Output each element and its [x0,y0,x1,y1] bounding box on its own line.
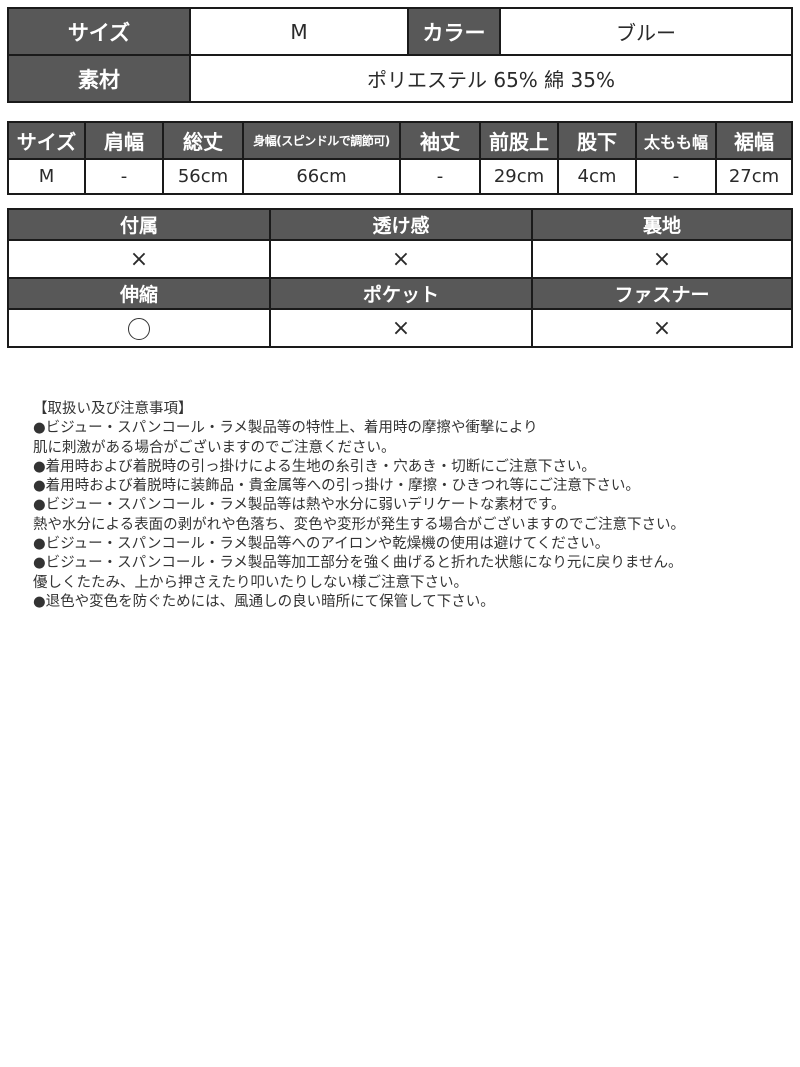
measure-row: M - 56cm 66cm - 29cm 4cm - 27cm [7,158,793,195]
header-pocket: ポケット [269,277,533,310]
feature-value-row-1: × × × [7,239,793,279]
value-zipper: × [531,308,793,348]
value-thigh: - [635,158,717,195]
header-hem: 裾幅 [715,121,793,160]
value-front-rise: 29cm [479,158,559,195]
value-width: 66cm [242,158,401,195]
header-shoulder: 肩幅 [84,121,164,160]
header-stretch: 伸縮 [7,277,271,310]
header-sleeve: 袖丈 [399,121,481,160]
value-inseam: 4cm [557,158,637,195]
value-pocket: × [269,308,533,348]
care-note-line: ●ビジュー・スパンコール・ラメ製品等は熱や水分に弱いデリケートな素材です。 [33,497,566,514]
care-note-line: ●ビジュー・スパンコール・ラメ製品等の特性上、着用時の摩擦や衝撃により [33,420,538,437]
color-value: ブルー [499,7,793,56]
care-note-line: 優しくたたみ、上から押さえたり叩いたりしない様ご注意下さい。 [33,574,468,591]
care-note-line: 熱や水分による表面の剥がれや色落ち、変色や変形が発生する場合がございますのでご注… [33,516,686,533]
header-width: 身幅(スピンドルで調節可) [242,121,401,160]
material-label: 素材 [7,54,191,103]
header-length: 総丈 [162,121,244,160]
care-note-line: ●着用時および着脱時の引っ掛けによる生地の糸引き・穴あき・切断にご注意下さい。 [33,458,596,475]
circle-yes-icon [128,317,150,340]
header-thigh: 太もも幅 [635,121,717,160]
value-size: M [7,158,86,195]
material-value: ポリエステル 65% 綿 35% [189,54,793,103]
header-accessories: 付属 [7,208,271,241]
feature-table: 付属 透け感 裏地 × × × 伸縮 ポケット ファスナー × × [7,208,793,348]
care-notes-title: 【取扱い及び注意事項】 [33,401,193,417]
care-note-line: ●ビジュー・スパンコール・ラメ製品等へのアイロンや乾燥機の使用は避けてください。 [33,536,610,553]
header-zipper: ファスナー [531,277,793,310]
value-sheerness: × [269,239,533,279]
spec-row-material: 素材 ポリエステル 65% 綿 35% [7,54,793,103]
feature-header-row-1: 付属 透け感 裏地 [7,208,793,241]
size-label: サイズ [7,7,191,56]
color-label: カラー [407,7,501,56]
care-notes: 【取扱い及び注意事項】 ●ビジュー・スパンコール・ラメ製品等の特性上、着用時の摩… [33,400,793,612]
value-hem: 27cm [715,158,793,195]
care-note-line: ●退色や変色を防ぐためには、風通しの良い暗所にて保管して下さい。 [33,593,495,610]
header-sheerness: 透け感 [269,208,533,241]
value-length: 56cm [162,158,244,195]
header-inseam: 股下 [557,121,637,160]
header-lining: 裏地 [531,208,793,241]
value-lining: × [531,239,793,279]
size-value: M [189,7,409,56]
care-note-line: ●着用時および着脱時に装飾品・貴金属等への引っ掛け・摩擦・ひきつれ等にご注意下さ… [33,478,640,495]
value-sleeve: - [399,158,481,195]
spec-table: サイズ M カラー ブルー 素材 ポリエステル 65% 綿 35% [7,7,793,103]
care-note-line: ●ビジュー・スパンコール・ラメ製品等加工部分を強く曲げると折れた状態になり元に戻… [33,555,683,572]
value-stretch [7,308,271,348]
value-accessories: × [7,239,271,279]
feature-header-row-2: 伸縮 ポケット ファスナー [7,277,793,310]
measure-table: サイズ 肩幅 総丈 身幅(スピンドルで調節可) 袖丈 前股上 股下 太もも幅 裾… [7,121,793,195]
header-front-rise: 前股上 [479,121,559,160]
measure-header-row: サイズ 肩幅 総丈 身幅(スピンドルで調節可) 袖丈 前股上 股下 太もも幅 裾… [7,121,793,160]
spec-row-size-color: サイズ M カラー ブルー [7,7,793,56]
header-size: サイズ [7,121,86,160]
value-shoulder: - [84,158,164,195]
feature-value-row-2: × × [7,308,793,348]
care-note-line: 肌に刺激がある場合がございますのでご注意ください。 [33,439,396,456]
